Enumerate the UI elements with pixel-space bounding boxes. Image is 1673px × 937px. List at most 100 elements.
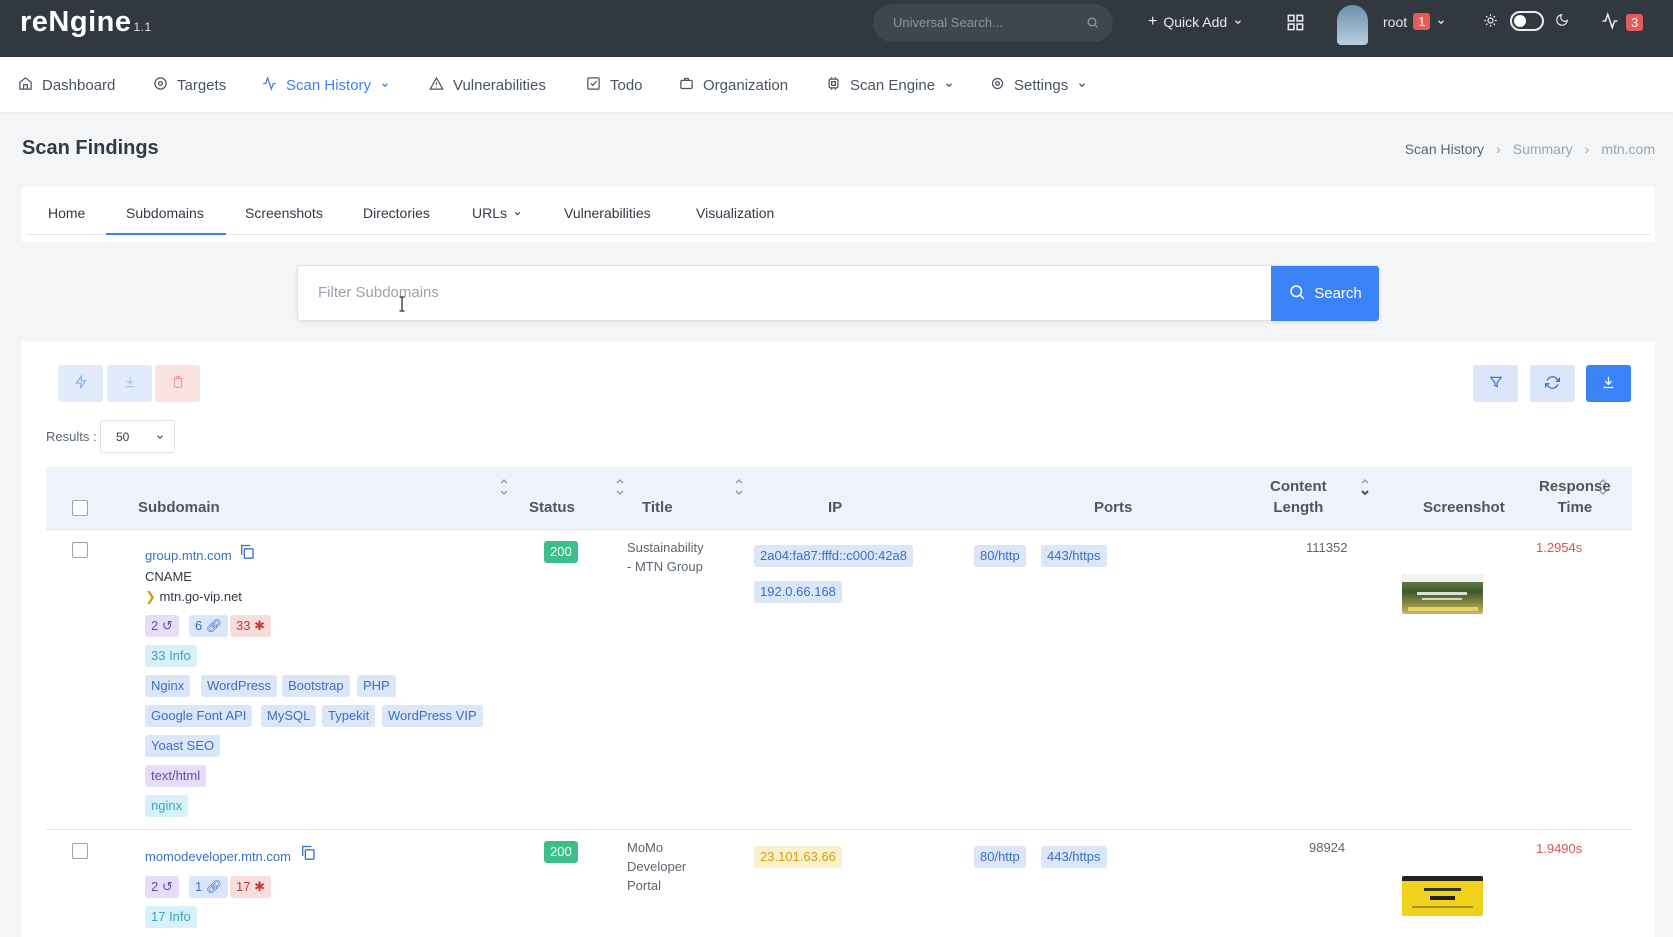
tech-badge[interactable]: WordPress VIP	[382, 705, 483, 727]
chevron-right-icon: ❯	[145, 589, 156, 604]
history-icon: ↺	[161, 618, 173, 633]
user-menu[interactable]: root 1	[1383, 13, 1446, 30]
search-button[interactable]: Search	[1271, 266, 1379, 321]
port-badge[interactable]: 443/https	[1041, 545, 1107, 567]
vuln-count-badge[interactable]: 33 ✱	[230, 615, 271, 637]
ip-badge[interactable]: 2a04:fa87:fffd::c000:42a8	[754, 545, 913, 567]
history-count-badge[interactable]: 2 ↺	[145, 876, 179, 898]
screenshot-thumbnail[interactable]	[1402, 876, 1483, 916]
ip-badge[interactable]: 192.0.66.168	[754, 581, 842, 603]
nav-vulnerabilities[interactable]: Vulnerabilities	[429, 76, 546, 95]
activity-button[interactable]: 3	[1600, 11, 1644, 33]
zap-icon	[74, 374, 88, 392]
content-type-badge[interactable]: text/html	[145, 765, 207, 787]
link-icon: 🔗︎	[205, 618, 223, 633]
tech-badge[interactable]: Typekit	[322, 705, 376, 727]
tech-badge[interactable]: MySQL	[261, 705, 317, 727]
tech-badge[interactable]: Bootstrap	[282, 675, 350, 697]
info-badge[interactable]: 17 Info	[145, 906, 197, 928]
nav-scan-engine[interactable]: Scan Engine	[826, 76, 954, 95]
nav-dashboard[interactable]: Dashboard	[18, 76, 115, 95]
tab-directories[interactable]: Directories	[363, 205, 430, 221]
screenshot-thumbnail[interactable]	[1402, 574, 1483, 614]
tab-home[interactable]: Home	[48, 205, 85, 221]
col-ip[interactable]: IP	[828, 497, 842, 518]
search-icon	[1086, 16, 1099, 32]
export-button[interactable]	[1586, 365, 1631, 402]
filter-subdomains-input[interactable]	[318, 284, 1218, 301]
tab-urls[interactable]: URLs	[472, 205, 522, 221]
tech-badge[interactable]: PHP	[357, 675, 396, 697]
nav-settings[interactable]: Settings	[990, 76, 1087, 95]
ip-badge[interactable]: 23.101.63.66	[754, 846, 842, 868]
col-ports[interactable]: Ports	[1094, 497, 1132, 518]
subdomain-link[interactable]: momodeveloper.mtn.com	[145, 849, 291, 864]
vuln-count-badge[interactable]: 17 ✱	[230, 876, 271, 898]
history-count-badge[interactable]: 2 ↺	[145, 615, 179, 637]
sort-icon[interactable]	[1598, 477, 1608, 500]
link-icon: 🔗︎	[205, 879, 223, 894]
row-divider	[46, 529, 1632, 530]
trash-icon	[171, 375, 185, 392]
sort-icon[interactable]	[499, 477, 509, 500]
universal-search[interactable]	[873, 4, 1113, 42]
results-select[interactable]: 50	[100, 420, 175, 453]
tab-visualization[interactable]: Visualization	[696, 205, 774, 221]
tab-screenshots[interactable]: Screenshots	[245, 205, 323, 221]
port-badge[interactable]: 443/https	[1041, 846, 1107, 868]
sort-icon[interactable]	[615, 477, 625, 500]
bug-icon: ✱	[254, 879, 265, 894]
subdomain-link[interactable]: group.mtn.com	[145, 548, 232, 563]
tabs-divider	[26, 234, 1651, 235]
sort-desc-icon[interactable]	[1360, 477, 1370, 500]
initiate-scan-button[interactable]	[58, 365, 103, 402]
links-count-badge[interactable]: 6 🔗︎	[189, 615, 229, 637]
tab-subdomains[interactable]: Subdomains	[126, 205, 204, 221]
tabs-card: Home Subdomains Screenshots Directories …	[22, 187, 1655, 242]
tech-badge[interactable]: Google Font API	[145, 705, 253, 727]
filter-button[interactable]	[1473, 365, 1518, 402]
select-all-checkbox[interactable]	[72, 500, 88, 516]
app-logo[interactable]: reNgine 1.1	[20, 6, 152, 39]
nav-scan-history[interactable]: Scan History	[262, 75, 390, 95]
copy-icon[interactable]	[300, 844, 316, 864]
port-badge[interactable]: 80/http	[974, 545, 1026, 567]
home-icon	[18, 76, 33, 95]
col-title[interactable]: Title	[642, 497, 673, 518]
settings-icon	[990, 76, 1005, 95]
page-title-cell: MoMo Developer Portal	[627, 840, 687, 893]
breadcrumb-summary[interactable]: Summary	[1513, 141, 1573, 157]
nav-todo[interactable]: Todo	[586, 76, 643, 95]
col-subdomain[interactable]: Subdomain	[138, 497, 220, 518]
tab-vulnerabilities[interactable]: Vulnerabilities	[564, 205, 651, 221]
row-divider	[46, 829, 1632, 830]
port-badge[interactable]: 80/http	[974, 846, 1026, 868]
col-content-length[interactable]: Content Length	[1270, 476, 1327, 518]
copy-icon[interactable]	[239, 543, 255, 563]
theme-toggle[interactable]	[1510, 11, 1544, 31]
delete-selected-button[interactable]	[155, 365, 200, 402]
universal-search-input[interactable]	[893, 15, 1083, 30]
tech-badge[interactable]: Yoast SEO	[145, 735, 221, 757]
nav-organization[interactable]: Organization	[679, 76, 788, 95]
nav-targets[interactable]: Targets	[153, 76, 226, 95]
links-count-badge[interactable]: 1 🔗︎	[189, 876, 229, 898]
download-selected-button[interactable]	[107, 365, 152, 402]
apps-grid-icon[interactable]	[1286, 13, 1305, 35]
col-status[interactable]: Status	[529, 497, 575, 518]
breadcrumb-scan-history[interactable]: Scan History	[1405, 141, 1484, 157]
row-checkbox[interactable]	[72, 542, 88, 558]
row-checkbox[interactable]	[72, 843, 88, 859]
chevron-down-icon	[1077, 77, 1087, 94]
avatar[interactable]	[1337, 5, 1368, 45]
info-badge[interactable]: 33 Info	[145, 645, 197, 667]
tech-badge[interactable]: WordPress	[201, 675, 278, 697]
sort-icon[interactable]	[734, 477, 744, 500]
subdomains-card: Results : 50 Subdomain Status Title IP P…	[22, 341, 1655, 937]
refresh-button[interactable]	[1530, 365, 1575, 402]
table-header: Subdomain Status Title IP Ports Content …	[46, 467, 1632, 529]
webserver-badge[interactable]: nginx	[145, 795, 189, 817]
tech-badge[interactable]: Nginx	[145, 675, 191, 697]
cname-label: CNAME	[145, 569, 192, 584]
quick-add-button[interactable]: + Quick Add	[1148, 13, 1243, 31]
